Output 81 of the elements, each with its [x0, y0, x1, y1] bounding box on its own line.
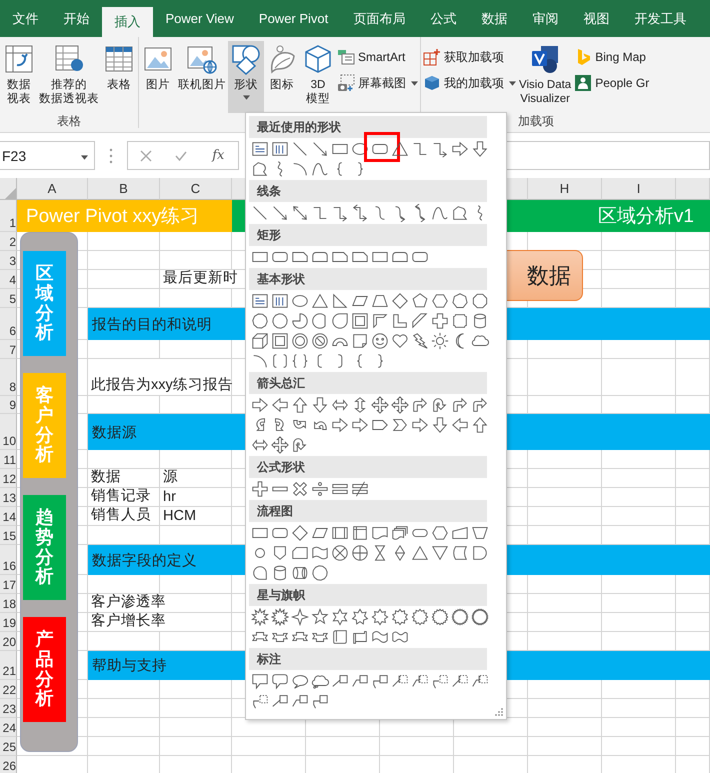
table-cell: 此报告为xxy练习报告 — [88, 359, 232, 396]
ribbon-button[interactable]: 我的加载项 — [422, 73, 517, 93]
ribbon-button[interactable]: 图片 — [140, 41, 176, 113]
row-header: 26 — [0, 756, 17, 773]
table-cell: 销售人员 — [88, 507, 160, 526]
row-header: 18 — [0, 594, 17, 613]
row-header: 1 — [0, 200, 17, 232]
ribbon-tab[interactable]: 审阅 — [520, 0, 571, 37]
name-box[interactable]: F23 — [0, 141, 95, 170]
row-header: 14 — [0, 507, 17, 526]
ribbon-button[interactable]: 表格 — [101, 41, 137, 113]
section-title: 公式形状 — [249, 456, 487, 478]
ribbon-button[interactable]: Bing Map — [573, 47, 650, 67]
row-header: 9 — [0, 396, 17, 414]
row-header: 2 — [0, 232, 17, 251]
ribbon-tab[interactable]: 数据 — [468, 0, 520, 37]
section-title: 流程图 — [249, 500, 487, 522]
column-header: B — [88, 178, 160, 200]
ribbon-tab[interactable]: Power Pivot — [246, 0, 341, 37]
ribbon-button[interactable]: People Gr — [573, 73, 650, 93]
ribbon-button[interactable]: 3D 模型 — [300, 41, 336, 113]
row-header: 13 — [0, 488, 17, 507]
ribbon-button[interactable]: 形状 — [228, 41, 264, 113]
group-label: 表格 — [56, 113, 82, 130]
section-title: 箭头总汇 — [249, 372, 487, 394]
row-header: 25 — [0, 737, 17, 756]
table-cell: HCM — [160, 507, 232, 526]
row-header: 5 — [0, 289, 17, 308]
row-header: 12 — [0, 469, 17, 488]
row-header: 23 — [0, 699, 17, 718]
ribbon-button[interactable]: SmartArt — [336, 47, 419, 67]
row-header: 3 — [0, 251, 17, 270]
table-cell: 客户增长率 — [88, 613, 232, 632]
nav-button[interactable]: 产品分析 — [23, 617, 66, 722]
ribbon-button[interactable]: 屏幕截图 — [336, 73, 419, 93]
ribbon-tab[interactable]: 文件 — [0, 0, 51, 37]
column-header: H — [528, 178, 602, 200]
row-header: 7 — [0, 340, 17, 359]
row-header: 4 — [0, 270, 17, 289]
section-title: 基本形状 — [249, 268, 487, 290]
row-header: 10 — [0, 414, 17, 450]
column-header: A — [17, 178, 88, 200]
row-header: 6 — [0, 308, 17, 340]
group-label: 加载项 — [517, 113, 556, 130]
ribbon-button[interactable]: 获取加载项 — [422, 47, 517, 67]
ribbon-tab[interactable]: 视图 — [570, 0, 622, 37]
section-title: 矩形 — [249, 224, 487, 246]
function-button[interactable]: fx — [210, 148, 226, 163]
column-header: I — [602, 178, 676, 200]
column-header: C — [160, 178, 232, 200]
ribbon-button[interactable]: 联机图片 — [176, 41, 228, 113]
table-cell: 数据 — [88, 469, 160, 488]
row-header: 24 — [0, 718, 17, 737]
ribbon-tab[interactable]: 页面布局 — [340, 0, 418, 37]
ribbon-tab[interactable]: 开发工具 — [622, 0, 699, 37]
row-header: 19 — [0, 613, 17, 632]
ribbon-tab[interactable]: 公式 — [418, 0, 469, 37]
ribbon-button[interactable]: 数据 视表 — [1, 41, 37, 113]
title-cell: Power Pivot xxy练习 — [17, 200, 232, 232]
row-header: 21 — [0, 651, 17, 680]
section-title: 标注 — [249, 648, 487, 670]
row-header: 11 — [0, 450, 17, 469]
section-title: 线条 — [249, 180, 487, 202]
table-cell: hr — [160, 488, 232, 507]
ribbon-tab[interactable]: 开始 — [51, 0, 102, 37]
row-header: 20 — [0, 632, 17, 651]
ribbon-tab[interactable]: Power View — [153, 0, 246, 37]
ribbon-tab[interactable]: 插入 — [102, 7, 153, 37]
table-cell: 源 — [160, 469, 232, 488]
section-title: 最近使用的形状 — [249, 116, 487, 138]
row-header: 22 — [0, 680, 17, 699]
section-title: 星与旗帜 — [249, 584, 487, 606]
ribbon-button[interactable]: 图标 — [264, 41, 300, 113]
row-header: 15 — [0, 526, 17, 545]
row-header: 17 — [0, 575, 17, 594]
row-header: 16 — [0, 545, 17, 575]
ribbon-button[interactable]: 推荐的 数据透视表 — [37, 41, 101, 113]
row-header: 8 — [0, 359, 17, 396]
ribbon-button[interactable]: Visio Data Visualizer — [517, 41, 574, 113]
table-cell: 客户渗透率 — [88, 594, 232, 613]
table-cell: 销售记录 — [88, 488, 160, 507]
